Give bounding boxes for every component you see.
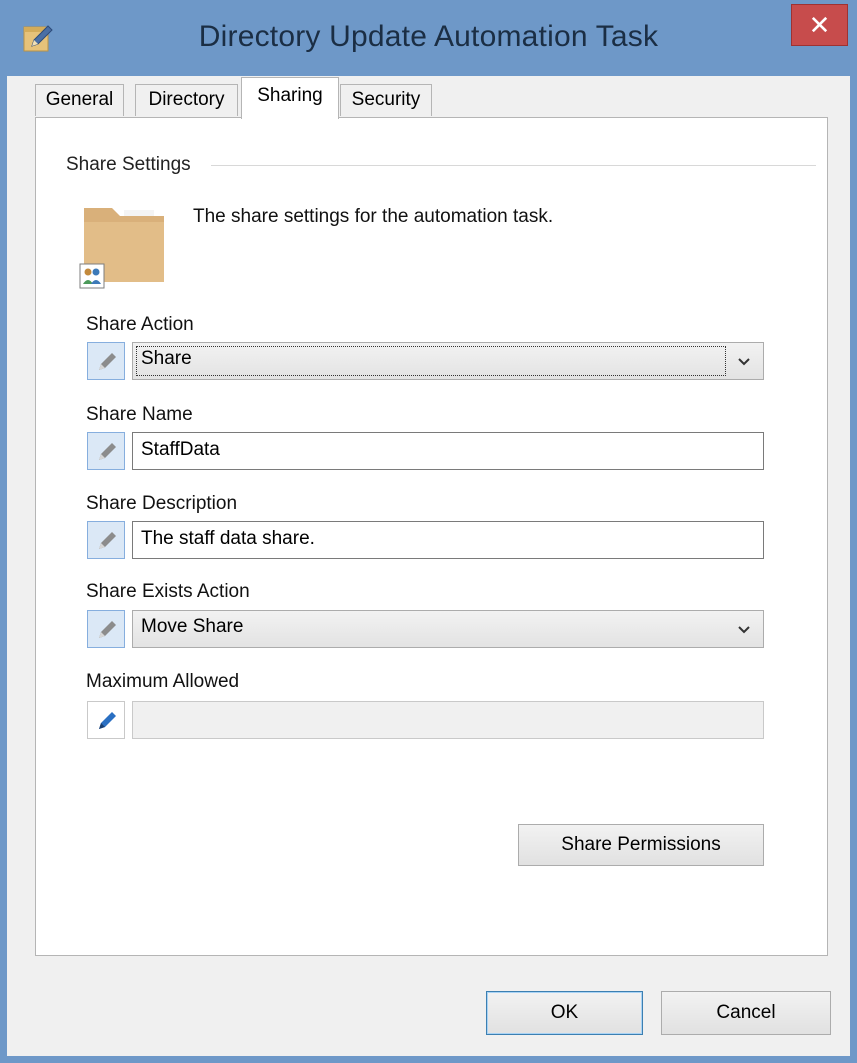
title-bar[interactable]: Directory Update Automation Task ✕ [0,0,857,76]
maximum-allowed-label: Maximum Allowed [86,671,240,692]
share-permissions-button[interactable]: Share Permissions [518,824,764,866]
tab-directory[interactable]: Directory [135,84,238,116]
dialog-client-area: General Directory Sharing Security Share… [7,76,850,1056]
chevron-down-icon [738,358,750,366]
share-exists-action-value: Move Share [141,616,244,637]
window-title: Directory Update Automation Task [198,20,659,53]
dialog-window: Directory Update Automation Task ✕ Gener… [0,0,857,1063]
share-exists-action-label: Share Exists Action [86,581,250,602]
share-exists-action-select[interactable]: Move Share [132,610,764,648]
share-description-input[interactable]: The staff data share. [132,521,764,559]
share-action-edit-button[interactable] [87,342,125,380]
share-description-edit-button[interactable] [87,521,125,559]
share-name-label: Share Name [86,404,193,425]
chevron-down-icon [738,626,750,634]
share-exists-action-edit-button[interactable] [87,610,125,648]
maximum-allowed-input[interactable] [132,701,764,739]
share-name-edit-button[interactable] [87,432,125,470]
close-icon: ✕ [808,10,831,40]
tab-security[interactable]: Security [340,84,432,116]
pencil-icon [99,712,116,729]
ok-button[interactable]: OK [486,991,643,1035]
focus-indicator [136,346,726,376]
maximum-allowed-edit-button[interactable] [87,701,125,739]
tab-general[interactable]: General [35,84,124,116]
share-description-label: Share Description [86,493,238,514]
pencil-icon [99,443,116,460]
share-action-label: Share Action [86,314,194,335]
pencil-icon [99,532,116,549]
sharing-tab-panel: Share Settings The share settings for th… [35,117,828,956]
pencil-icon [99,621,116,638]
cancel-button[interactable]: Cancel [661,991,831,1035]
shared-folder-icon [79,208,164,289]
share-settings-group-title: Share Settings [66,154,201,176]
share-action-select[interactable]: Share [132,342,764,380]
share-name-input[interactable]: StaffData [132,432,764,470]
pencil-icon [99,353,116,370]
group-divider [211,165,816,166]
close-button[interactable]: ✕ [791,4,848,46]
tab-sharing[interactable]: Sharing [241,77,339,119]
share-action-value: Share [141,348,192,369]
share-settings-description: The share settings for the automation ta… [193,206,554,227]
